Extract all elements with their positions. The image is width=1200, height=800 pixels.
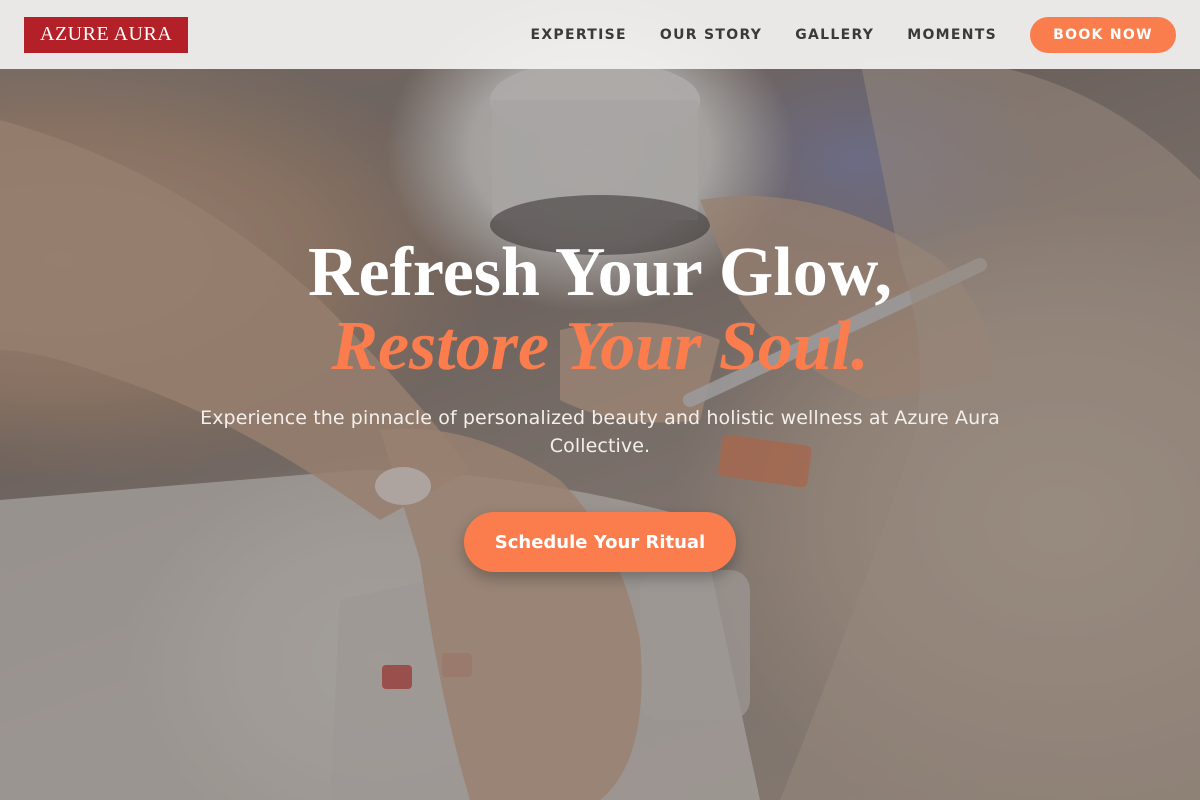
main-nav: EXPERTISE OUR STORY GALLERY MOMENTS BOOK… (530, 16, 1176, 53)
hero-headline: Refresh Your Glow, Restore Your Soul. (0, 236, 1200, 384)
site-header: AZURE AURA EXPERTISE OUR STORY GALLERY M… (0, 0, 1200, 69)
book-now-button[interactable]: BOOK NOW (1030, 16, 1176, 53)
nav-link-gallery[interactable]: GALLERY (795, 27, 874, 43)
nav-link-moments[interactable]: MOMENTS (907, 27, 997, 43)
hero-headline-line1: Refresh Your Glow, (308, 234, 892, 311)
nav-link-our-story[interactable]: OUR STORY (660, 27, 762, 43)
schedule-ritual-button[interactable]: Schedule Your Ritual (464, 512, 736, 572)
hero-section: Refresh Your Glow, Restore Your Soul. Ex… (0, 236, 1200, 572)
nav-link-expertise[interactable]: EXPERTISE (530, 27, 626, 43)
hero-headline-line2: Restore Your Soul. (331, 308, 869, 385)
brand-logo[interactable]: AZURE AURA (24, 16, 189, 53)
hero-subtitle: Experience the pinnacle of personalized … (200, 407, 1000, 457)
